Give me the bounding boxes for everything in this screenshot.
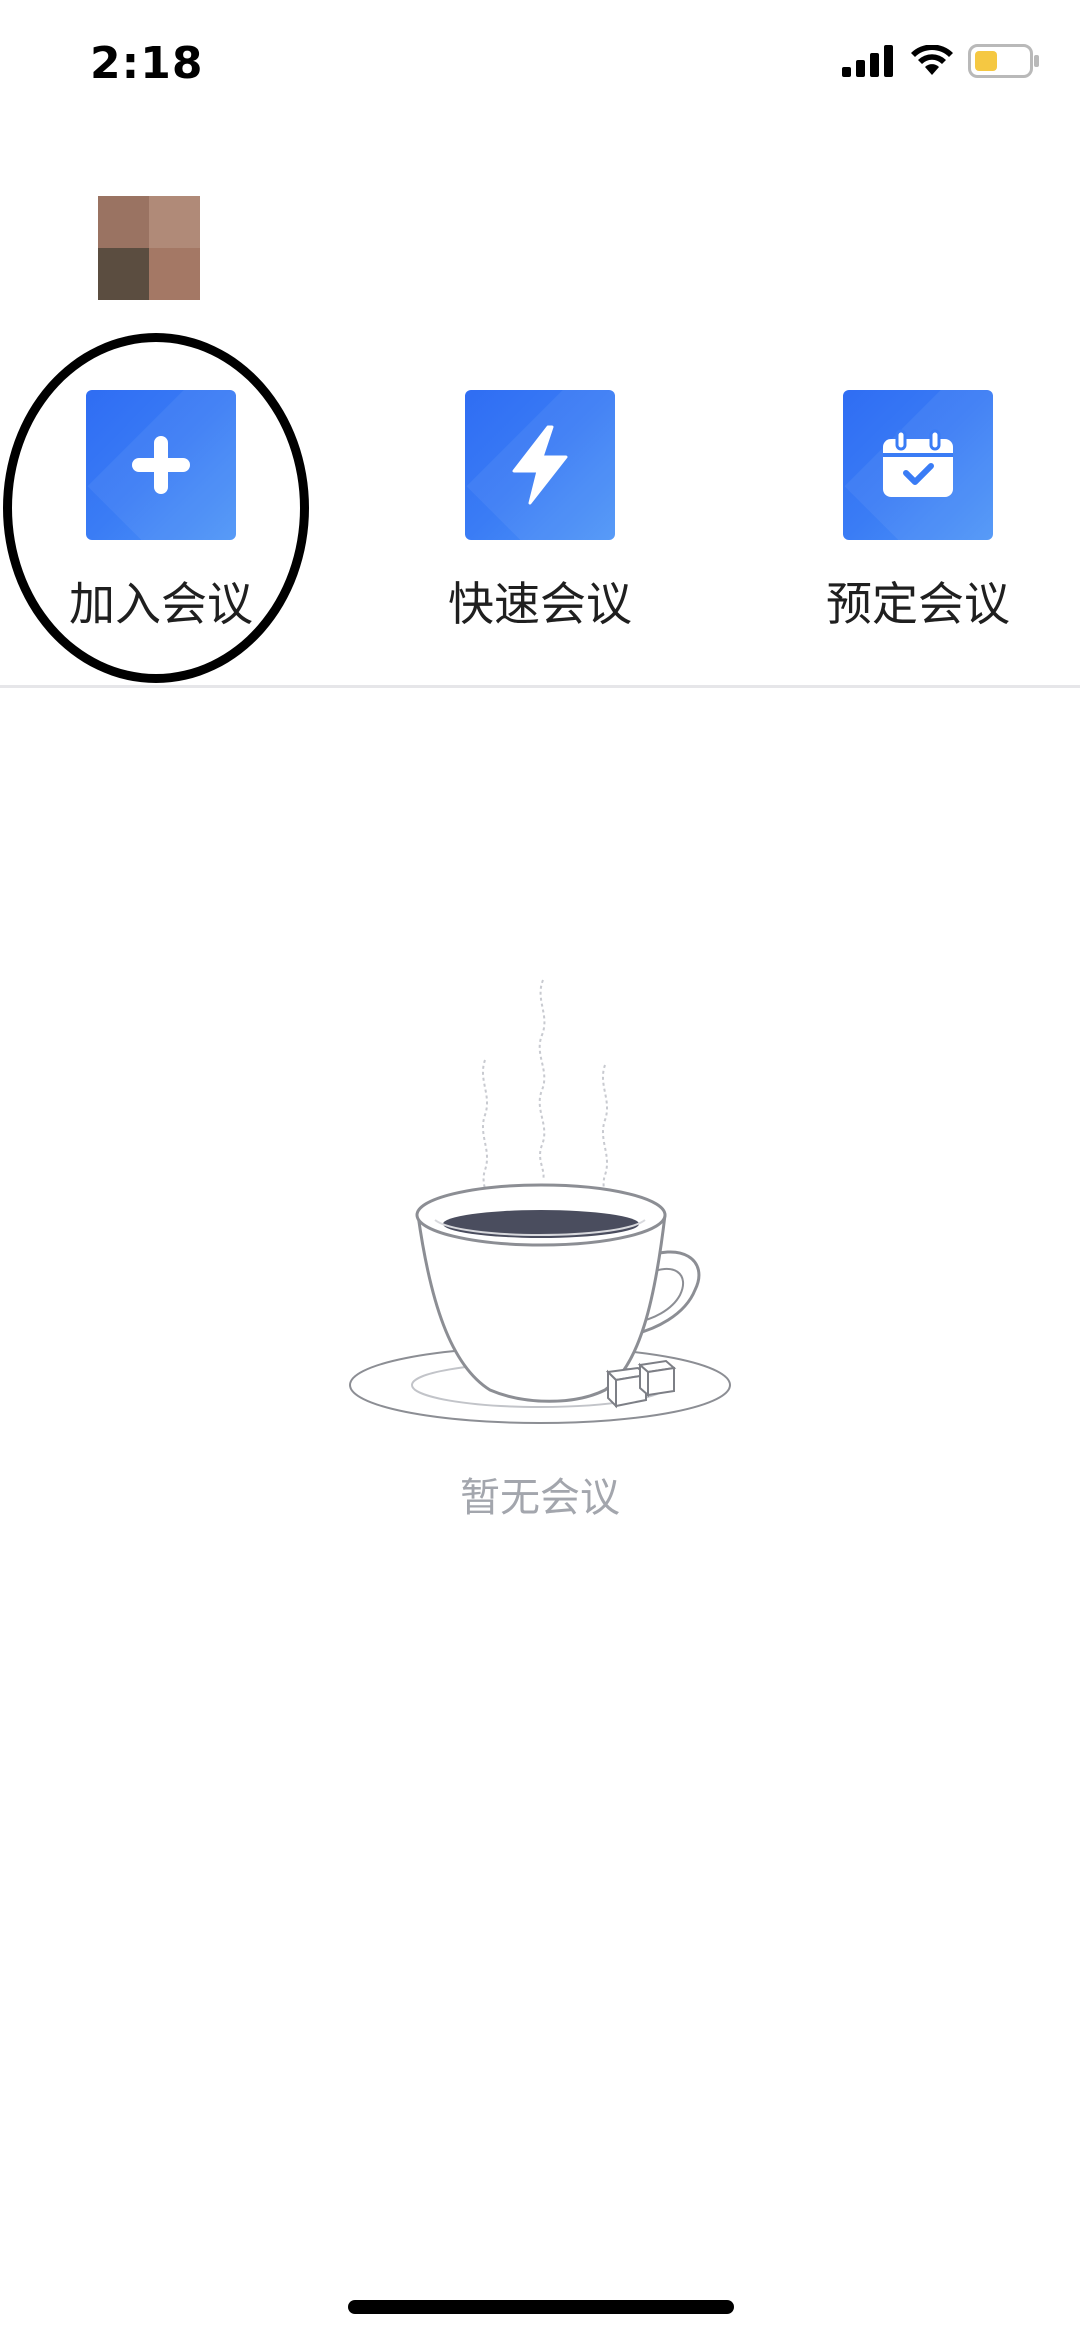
avatar-cell	[149, 196, 200, 248]
empty-state-text: 暂无会议	[460, 1475, 620, 1521]
signal-icon	[842, 45, 893, 77]
divider	[0, 685, 1080, 688]
avatar[interactable]	[98, 196, 200, 300]
quick-meeting-button[interactable]: 快速会议	[390, 390, 690, 634]
calendar-check-icon	[883, 429, 953, 497]
plus-icon	[132, 436, 190, 494]
schedule-meeting-button[interactable]: 预定会议	[768, 390, 1068, 634]
avatar-cell	[149, 248, 200, 300]
quick-meeting-label: 快速会议	[448, 577, 632, 631]
quick-actions: 加入会议 快速会议 预定会议	[0, 390, 1080, 640]
status-icons	[842, 44, 1040, 78]
schedule-meeting-label: 预定会议	[826, 577, 1010, 631]
wifi-icon	[911, 45, 953, 75]
quick-meeting-tile[interactable]	[465, 390, 615, 540]
avatar-cell	[98, 248, 149, 300]
join-meeting-label: 加入会议	[69, 577, 253, 631]
home-indicator[interactable]	[348, 2300, 734, 2314]
status-time: 2:18	[90, 38, 204, 89]
join-meeting-tile[interactable]	[86, 390, 236, 540]
schedule-meeting-tile[interactable]	[843, 390, 993, 540]
lightning-icon	[512, 425, 568, 505]
avatar-cell	[98, 196, 149, 248]
meeting-home-screen: 2:18 加入会议 快速会议 预定会议 暂无会议	[0, 0, 1080, 2339]
battery-icon	[968, 44, 1039, 78]
join-meeting-button[interactable]: 加入会议	[11, 390, 311, 634]
coffee-cup-illustration	[349, 979, 731, 1424]
